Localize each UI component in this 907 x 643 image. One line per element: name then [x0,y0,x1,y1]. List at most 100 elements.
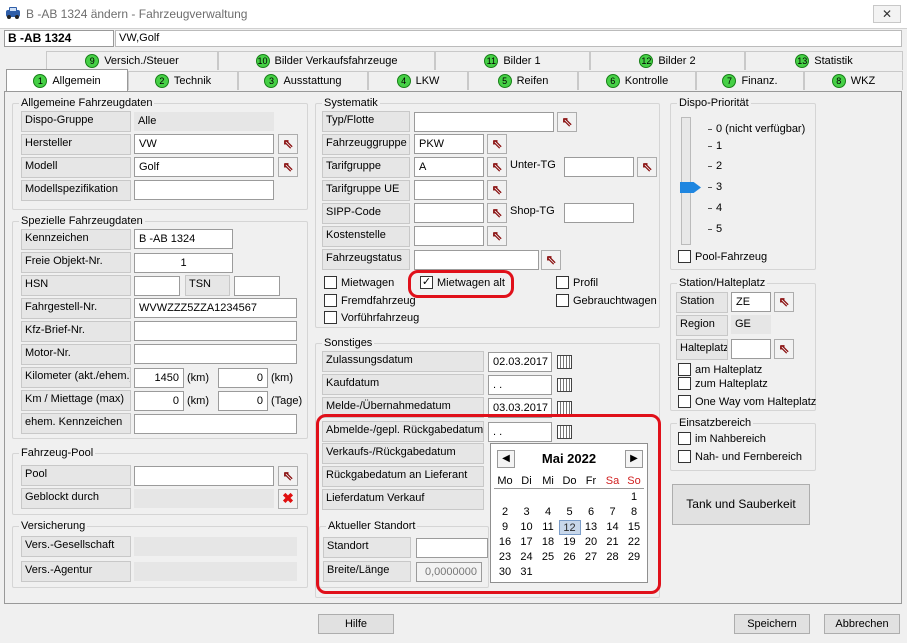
motor-nr-field[interactable] [134,344,297,364]
label-dispo-gruppe: Dispo-Gruppe [21,111,131,132]
zulassungsdatum-field[interactable]: 02.03.2017 [488,352,552,372]
region-value: GE [731,315,771,334]
dispo-level-5: 5 [716,223,723,235]
hsn-field[interactable] [134,276,180,296]
one-way-checkbox[interactable]: One Way vom Halteplatz [678,395,816,408]
zum-halteplatz-checkbox[interactable]: zum Halteplatz [678,377,768,390]
tarifgruppe-ue-lookup-button[interactable]: ⇖ [487,180,507,200]
label-shop-tg: Shop-TG [510,205,555,217]
unter-tg-field[interactable] [564,157,634,177]
label-tsn: TSN [185,275,230,296]
kfz-brief-nr-field[interactable] [134,321,297,341]
tab-bilder-2[interactable]: 12 Bilder 2 [590,51,745,70]
max-km-field[interactable]: 0 [134,391,184,411]
halteplatz-lookup-button[interactable]: ⇖ [774,339,794,359]
freie-objekt-nr-field[interactable]: 1 [134,253,233,273]
tarifgruppe-ue-field[interactable] [414,180,484,200]
label-sipp-code: SIPP-Code [322,203,410,224]
pool-lookup-button[interactable]: ⇖ [278,466,298,486]
speichern-button[interactable]: Speichern [734,614,810,634]
dispo-level-2: 2 [716,160,723,172]
tab-lkw[interactable]: 4 LKW [368,71,468,90]
abbrechen-button[interactable]: Abbrechen [824,614,900,634]
tab-allgemein[interactable]: 1 Allgemein [6,69,128,91]
tab-bilder-verkaufsfahrzeuge[interactable]: 10 Bilder Verkaufsfahrzeuge [218,51,435,70]
mietwagen-checkbox[interactable]: Mietwagen [324,276,394,289]
kaufdatum-field[interactable]: . . [488,375,552,395]
hersteller-lookup-button[interactable]: ⇖ [278,134,298,154]
pool-field[interactable] [134,466,274,486]
label-vers-gesellschaft: Vers.-Gesellschaft [21,536,131,557]
dispo-slider-track[interactable] [681,117,691,245]
geblockt-durch-value [134,489,274,508]
tab-reifen[interactable]: 5 Reifen [468,71,578,90]
typ-flotte-lookup-button[interactable]: ⇖ [557,112,577,132]
fahrzeuggruppe-lookup-button[interactable]: ⇖ [487,134,507,154]
tab-versich-steuer[interactable]: 9 Versich./Steuer [46,51,218,70]
calendar-icon[interactable] [555,375,573,393]
shop-tg-field[interactable] [564,203,634,223]
tank-sauberkeit-button[interactable]: Tank und Sauberkeit [672,484,810,525]
tarifgruppe-field[interactable]: A [414,157,484,177]
label-station: Station [676,292,728,313]
gebrauchtwagen-checkbox[interactable]: Gebrauchtwagen [556,294,657,307]
kennzeichen-field[interactable]: B -AB 1324 [134,229,233,249]
sipp-code-field[interactable] [414,203,484,223]
halteplatz-field[interactable] [731,339,771,359]
fahrgestell-nr-field[interactable]: WVWZZZ5ZZA1234567 [134,298,297,318]
sipp-code-lookup-button[interactable]: ⇖ [487,203,507,223]
label-kostenstelle: Kostenstelle [322,226,410,247]
max-tage-field[interactable]: 0 [218,391,268,411]
title-bar: B -AB 1324 ändern - Fahrzeugverwaltung ✕ [0,0,907,29]
modellspezifikation-field[interactable] [134,180,274,200]
tab-ausstattung[interactable]: 3 Ausstattung [238,71,368,90]
kostenstelle-field[interactable] [414,226,484,246]
tab-statistik[interactable]: 13 Statistik [745,51,903,70]
tab-finanz[interactable]: 7 Finanz. [696,71,804,90]
close-button[interactable]: ✕ [873,5,901,23]
am-halteplatz-checkbox[interactable]: am Halteplatz [678,363,762,376]
hersteller-field[interactable]: VW [134,134,274,154]
tarifgruppe-lookup-button[interactable]: ⇖ [487,157,507,177]
clear-x-icon[interactable]: ✖ [278,489,298,509]
label-fahrzeugstatus: Fahrzeugstatus [322,249,410,270]
profil-checkbox[interactable]: Profil [556,276,598,289]
vers-agentur-value [134,562,297,581]
license-plate-display: B -AB 1324 [4,30,114,47]
label-km-miettage: Km / Miettage (max) [21,390,131,411]
tab-bilder-1[interactable]: 11 Bilder 1 [435,51,590,70]
dispo-level-0: 0 (nicht verfügbar) [716,123,806,135]
tsn-field[interactable] [234,276,280,296]
fahrzeugstatus-field[interactable] [414,250,539,270]
tab-kontrolle[interactable]: 6 Kontrolle [578,71,696,90]
label-kaufdatum: Kaufdatum [322,374,484,395]
tab-wkz[interactable]: 8 WKZ [804,71,903,90]
modell-lookup-button[interactable]: ⇖ [278,157,298,177]
nahbereich-checkbox[interactable]: im Nahbereich [678,432,766,445]
fahrzeuggruppe-field[interactable]: PKW [414,134,484,154]
pool-fahrzeug-checkbox[interactable]: Pool-Fahrzeug [678,250,767,263]
car-icon [6,7,20,19]
nah-fernbereich-checkbox[interactable]: Nah- und Fernbereich [678,450,802,463]
label-fahrgestell-nr: Fahrgestell-Nr. [21,298,131,319]
station-field[interactable]: ZE [731,292,771,312]
fremdfahrzeug-checkbox[interactable]: Fremdfahrzeug [324,294,416,307]
calendar-icon[interactable] [555,352,573,370]
vorfuehrfahrzeug-checkbox[interactable]: Vorführfahrzeug [324,311,419,324]
label-kennzeichen: Kennzeichen [21,229,131,250]
kilometer-aktuell-field[interactable]: 1450 [134,368,184,388]
station-lookup-button[interactable]: ⇖ [774,292,794,312]
label-tarifgruppe-ue: Tarifgruppe UE [322,180,410,201]
tab-technik[interactable]: 2 Technik [128,71,238,90]
unter-tg-lookup-button[interactable]: ⇖ [637,157,657,177]
vers-gesellschaft-value [134,537,297,556]
kostenstelle-lookup-button[interactable]: ⇖ [487,226,507,246]
label-tarifgruppe: Tarifgruppe [322,157,410,178]
kilometer-ehemals-field[interactable]: 0 [218,368,268,388]
modell-field[interactable]: Golf [134,157,274,177]
fahrzeugstatus-lookup-button[interactable]: ⇖ [541,250,561,270]
hilfe-button[interactable]: Hilfe [318,614,394,634]
ehem-kennzeichen-field[interactable] [134,414,297,434]
typ-flotte-field[interactable] [414,112,554,132]
label-pool: Pool [21,465,131,486]
